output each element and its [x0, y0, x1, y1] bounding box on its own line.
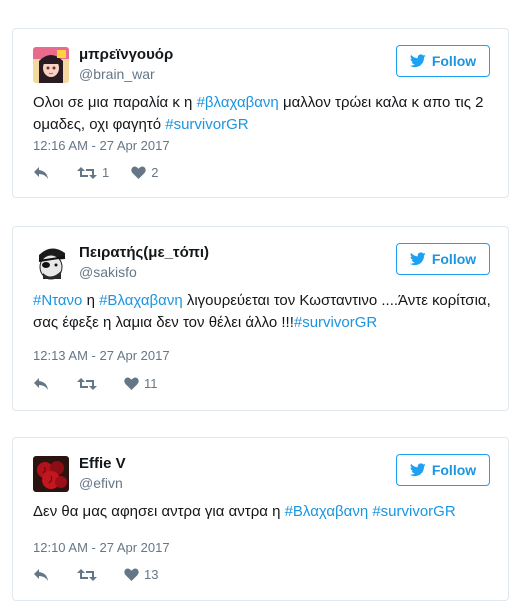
reply-icon	[34, 377, 48, 390]
like-button[interactable]: 11	[124, 376, 158, 391]
heart-icon	[131, 166, 146, 179]
tweet-text-segment: Δεν θα μας αφησει αντρα για αντρα η	[33, 503, 285, 520]
retweet-button[interactable]: 1	[77, 165, 109, 180]
retweet-icon	[77, 166, 97, 179]
twitter-bird-icon	[409, 54, 426, 68]
tweet-card: μπρεϊνγουόρ @brain_war Follow Ολοι σε μι…	[12, 28, 509, 198]
timestamp[interactable]: 12:16 AM - 27 Apr 2017	[33, 138, 170, 153]
retweet-button[interactable]	[77, 568, 102, 582]
like-button[interactable]: 2	[131, 165, 158, 180]
reply-button[interactable]	[33, 377, 49, 391]
hashtag-link[interactable]: #Ντανο	[33, 292, 82, 309]
retweet-button[interactable]	[77, 377, 102, 391]
tweet-text-segment: η	[82, 292, 100, 309]
like-button[interactable]: 13	[124, 567, 158, 582]
reply-icon	[34, 166, 48, 179]
tweet-actions: 11	[33, 376, 180, 391]
hashtag-link[interactable]: #survivorGR	[372, 503, 455, 520]
follow-button[interactable]: Follow	[396, 454, 490, 486]
avatar[interactable]	[33, 456, 69, 492]
tweet-text: Ολοι σε μια παραλία κ η #βλαχαβανη μαλλο…	[33, 92, 493, 136]
hashtag-link[interactable]: #survivorGR	[165, 116, 248, 133]
user-handle[interactable]: @brain_war	[79, 66, 155, 82]
pirate-avatar-icon	[33, 245, 69, 281]
follow-label: Follow	[431, 53, 477, 69]
user-handle[interactable]: @sakisfo	[79, 264, 137, 280]
heart-icon	[124, 568, 139, 581]
hashtag-link[interactable]: #Βλαχαβανη	[285, 503, 369, 520]
tweet-text: #Ντανο η #Βλαχαβανη λιγουρεύεται τον Κωσ…	[33, 290, 493, 334]
avatar[interactable]	[33, 245, 69, 281]
reply-button[interactable]	[33, 166, 49, 180]
reply-icon	[34, 568, 48, 581]
reply-button[interactable]	[33, 568, 49, 582]
follow-label: Follow	[431, 251, 477, 267]
avatar[interactable]	[33, 47, 69, 83]
timestamp[interactable]: 12:10 AM - 27 Apr 2017	[33, 540, 170, 555]
display-name[interactable]: Effie V	[79, 455, 126, 472]
retweet-count: 1	[102, 165, 110, 180]
twitter-bird-icon	[409, 463, 426, 477]
tweet-card: Effie V @efivn Follow Δεν θα μας αφησει …	[12, 437, 509, 601]
retweet-icon	[77, 568, 97, 581]
anime-girl-avatar-icon	[33, 47, 69, 83]
timestamp[interactable]: 12:13 AM - 27 Apr 2017	[33, 348, 170, 363]
hashtag-link[interactable]: #survivorGR	[294, 314, 377, 331]
tweet-actions: 13	[33, 567, 180, 582]
user-handle[interactable]: @efivn	[79, 475, 123, 491]
tweet-actions: 1 2	[33, 165, 180, 180]
roses-avatar-icon	[33, 456, 69, 492]
display-name[interactable]: Πειρατής(με_τόπι)	[79, 244, 209, 261]
twitter-bird-icon	[409, 252, 426, 266]
display-name[interactable]: μπρεϊνγουόρ	[79, 46, 173, 63]
retweet-icon	[77, 377, 97, 390]
tweet-text: Δεν θα μας αφησει αντρα για αντρα η #Βλα…	[33, 501, 493, 523]
heart-icon	[124, 377, 139, 390]
follow-button[interactable]: Follow	[396, 243, 490, 275]
tweet-card: Πειρατής(με_τόπι) @sakisfo Follow #Ντανο…	[12, 226, 509, 411]
tweet-text-segment: Ολοι σε μια παραλία κ η	[33, 94, 197, 111]
hashtag-link[interactable]: #Βλαχαβανη	[99, 292, 183, 309]
follow-button[interactable]: Follow	[396, 45, 490, 77]
like-count: 11	[144, 376, 158, 391]
like-count: 2	[151, 165, 159, 180]
hashtag-link[interactable]: #βλαχαβανη	[197, 94, 279, 111]
follow-label: Follow	[431, 462, 477, 478]
like-count: 13	[144, 567, 159, 582]
